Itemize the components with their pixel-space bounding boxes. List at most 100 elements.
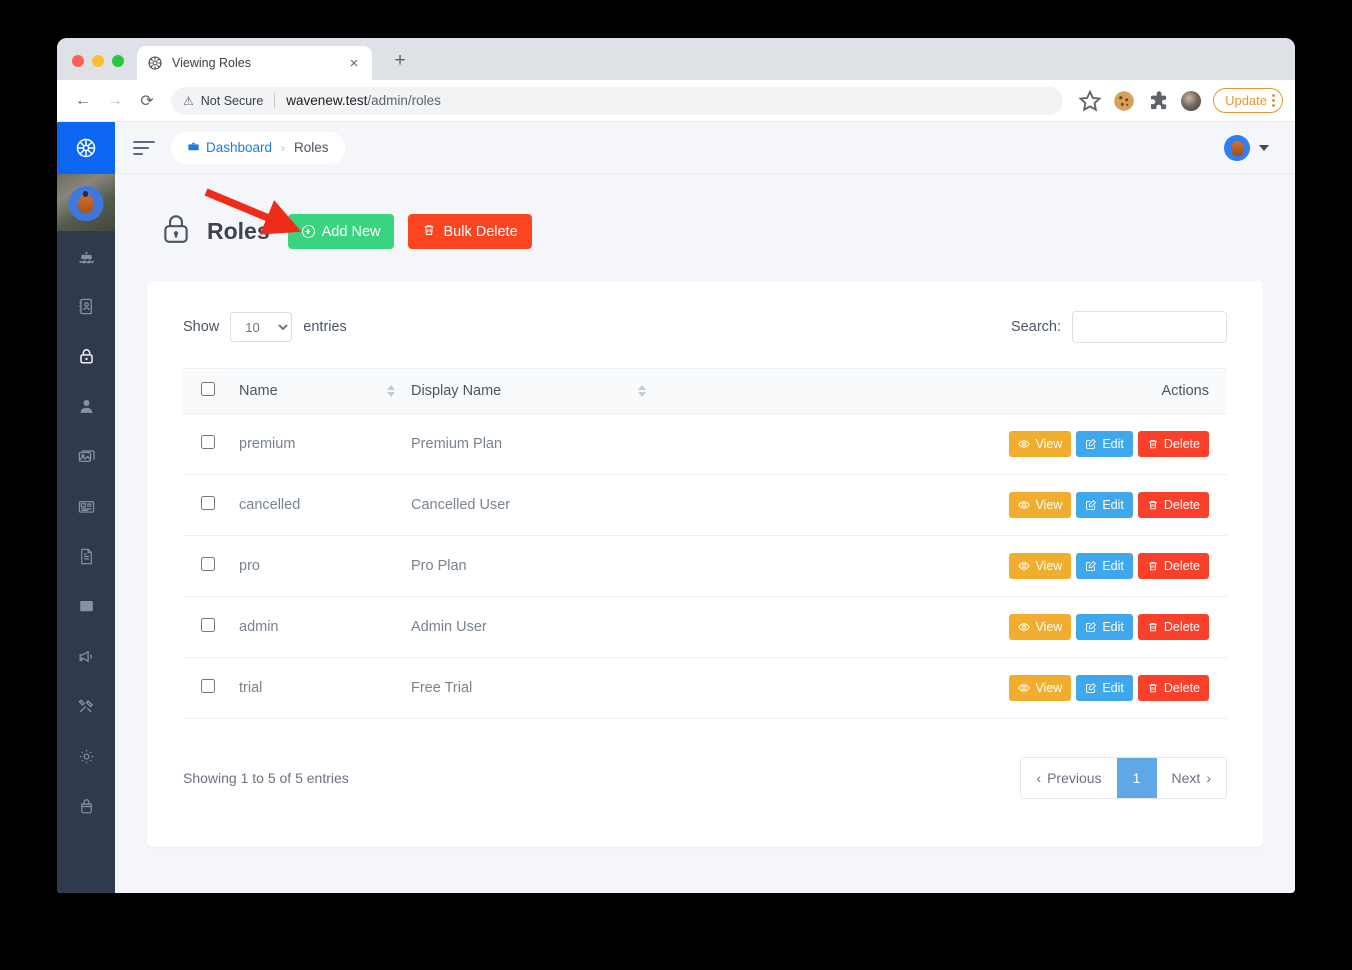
sidebar-item-users[interactable] xyxy=(57,381,115,431)
page-length-select[interactable]: 10 xyxy=(230,312,293,342)
trash-icon xyxy=(1147,499,1159,511)
sidebar-item-media[interactable] xyxy=(57,431,115,481)
back-button[interactable]: ← xyxy=(69,87,97,115)
select-all-checkbox[interactable] xyxy=(201,382,215,396)
ship-wheel-icon xyxy=(147,55,163,71)
hamburger-icon[interactable] xyxy=(133,140,155,155)
edit-button[interactable]: Edit xyxy=(1076,675,1133,701)
view-button[interactable]: View xyxy=(1009,614,1072,640)
pagination-next[interactable]: Next › xyxy=(1156,758,1226,798)
entries-label: entries xyxy=(303,319,347,335)
edit-button[interactable]: Edit xyxy=(1076,431,1133,457)
row-checkbox[interactable] xyxy=(201,435,215,449)
delete-button-label: Delete xyxy=(1163,620,1200,634)
address-bar-url: wavenew.test/admin/roles xyxy=(286,93,441,108)
star-icon[interactable] xyxy=(1077,88,1103,114)
window-controls[interactable] xyxy=(72,55,124,67)
sidebar-item-news[interactable] xyxy=(57,481,115,531)
delete-button[interactable]: Delete xyxy=(1137,431,1209,457)
table-body: premium Premium Plan View Edit Delete cancell… xyxy=(183,413,1227,719)
profile-avatar[interactable] xyxy=(1181,90,1202,111)
update-button[interactable]: Update xyxy=(1213,88,1283,113)
forward-button[interactable]: → xyxy=(101,87,129,115)
cell-display-name: Premium Plan xyxy=(411,413,663,475)
datatable-card: Show 10 entries Search: Name Display Nam… xyxy=(147,281,1263,847)
pagination-page-1[interactable]: 1 xyxy=(1116,758,1157,798)
delete-button[interactable]: Delete xyxy=(1137,614,1209,640)
pagination-next-label: Next xyxy=(1171,770,1201,786)
sidebar-item-pages[interactable] xyxy=(57,531,115,581)
trash-icon xyxy=(1147,682,1159,694)
row-select-cell xyxy=(183,413,239,475)
pencil-square-icon xyxy=(1085,682,1097,694)
page-title: Roles xyxy=(207,218,270,244)
sidebar-logo[interactable] xyxy=(57,122,115,174)
delete-button[interactable]: Delete xyxy=(1137,492,1209,518)
cookie-icon[interactable] xyxy=(1111,88,1137,114)
column-header-display-name[interactable]: Display Name xyxy=(411,368,663,414)
sidebar-item-settings[interactable] xyxy=(57,731,115,781)
view-button[interactable]: View xyxy=(1009,675,1072,701)
table-row: premium Premium Plan View Edit Delete xyxy=(183,413,1227,475)
delete-button[interactable]: Delete xyxy=(1137,675,1209,701)
breadcrumb-dashboard-link[interactable]: Dashboard xyxy=(187,140,272,156)
bulk-delete-button[interactable]: Bulk Delete xyxy=(408,214,532,249)
sidebar-item-roles[interactable] xyxy=(57,331,115,381)
delete-button[interactable]: Delete xyxy=(1137,553,1209,579)
delete-button-label: Delete xyxy=(1163,681,1200,695)
plus-circle-icon xyxy=(301,225,315,238)
row-checkbox[interactable] xyxy=(201,679,215,693)
omnibox-divider xyxy=(274,93,276,108)
sidebar-item-archive[interactable] xyxy=(57,581,115,631)
sidebar-item-address-book[interactable] xyxy=(57,281,115,331)
address-bar[interactable]: ⚠ Not Secure wavenew.test/admin/roles xyxy=(171,86,1064,115)
sort-icon[interactable] xyxy=(638,385,647,397)
view-button-label: View xyxy=(1035,437,1063,451)
chrome-menu-icon[interactable] xyxy=(1272,94,1275,107)
sidebar-item-ship[interactable] xyxy=(57,231,115,281)
maximize-window-button[interactable] xyxy=(112,55,124,67)
column-header-name[interactable]: Name xyxy=(239,368,411,414)
sort-icon[interactable] xyxy=(387,385,395,397)
sidebar-item-tools[interactable] xyxy=(57,681,115,731)
extensions-icon[interactable] xyxy=(1145,88,1171,114)
pencil-square-icon xyxy=(1085,499,1097,511)
edit-button-label: Edit xyxy=(1102,498,1124,512)
eye-icon xyxy=(1018,682,1031,694)
avatar xyxy=(78,190,94,213)
close-icon[interactable]: × xyxy=(346,55,362,71)
chevron-left-icon: ‹ xyxy=(1036,770,1042,786)
lock-icon xyxy=(159,212,193,251)
browser-tab[interactable]: Viewing Roles × xyxy=(137,46,372,80)
sidebar-profile-photo[interactable] xyxy=(57,174,115,231)
datatable-footer: Showing 1 to 5 of 5 entries ‹ Previous 1… xyxy=(183,757,1227,799)
pagination-previous-label: Previous xyxy=(1047,770,1102,786)
search-input[interactable] xyxy=(1072,311,1227,343)
trash-icon xyxy=(1147,560,1159,572)
reload-icon[interactable]: ⟳ xyxy=(133,87,161,115)
pagination-previous[interactable]: ‹ Previous xyxy=(1021,758,1117,798)
add-new-button[interactable]: Add New xyxy=(287,214,395,249)
cell-name: cancelled xyxy=(239,474,411,536)
table-head: Name Display Name Actions xyxy=(183,368,1227,414)
view-button-label: View xyxy=(1035,498,1063,512)
chevron-down-icon[interactable] xyxy=(1259,144,1269,151)
cell-display-name: Free Trial xyxy=(411,657,663,719)
view-button[interactable]: View xyxy=(1009,492,1072,518)
edit-button[interactable]: Edit xyxy=(1076,492,1133,518)
minimize-window-button[interactable] xyxy=(92,55,104,67)
view-button[interactable]: View xyxy=(1009,431,1072,457)
close-window-button[interactable] xyxy=(72,55,84,67)
edit-button[interactable]: Edit xyxy=(1076,614,1133,640)
edit-button[interactable]: Edit xyxy=(1076,553,1133,579)
row-checkbox[interactable] xyxy=(201,496,215,510)
user-menu-avatar[interactable] xyxy=(1224,134,1250,161)
row-checkbox[interactable] xyxy=(201,557,215,571)
breadcrumb-dashboard-label: Dashboard xyxy=(206,140,273,155)
new-tab-button[interactable]: + xyxy=(387,47,413,73)
sidebar-item-appearance[interactable] xyxy=(57,781,115,831)
view-button[interactable]: View xyxy=(1009,553,1072,579)
row-checkbox[interactable] xyxy=(201,618,215,632)
sidebar-item-announcements[interactable] xyxy=(57,631,115,681)
cell-actions: View Edit Delete xyxy=(662,596,1227,658)
